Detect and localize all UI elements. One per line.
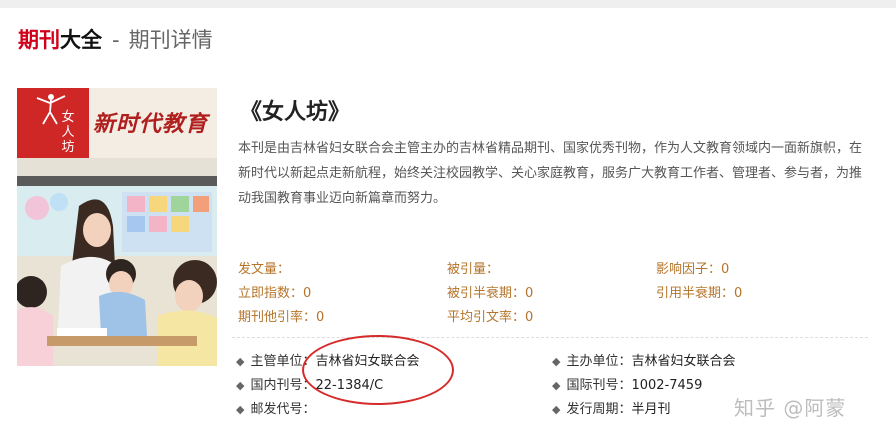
stat-impact-factor: 影响因子：0 <box>656 262 730 277</box>
watermark: 知乎 @阿蒙 <box>734 396 847 420</box>
stat-citations: 被引量： <box>447 262 500 277</box>
brand-logo[interactable]: 期刊大全 <box>18 28 102 52</box>
diamond-bullet-icon: ◆ <box>236 355 245 368</box>
cover-red-block: 女人坊 <box>17 88 89 158</box>
info-sponsor: ◆ 主办单位：吉林省妇女联合会 <box>552 350 736 369</box>
cover-strip <box>17 158 217 176</box>
stat-avg-citations: 平均引文率：0 <box>447 310 534 325</box>
info-postal-code: ◆ 邮发代号： <box>236 398 315 417</box>
info-cycle-value: 半月刊 <box>631 402 671 417</box>
diamond-bullet-icon: ◆ <box>552 403 561 416</box>
info-cycle-label: 发行周期： <box>566 402 632 417</box>
stat-immediacy-index: 立即指数：0 <box>238 286 312 301</box>
section-divider <box>232 337 868 338</box>
page-subtitle: 期刊详情 <box>128 28 213 52</box>
info-sponsor-label: 主办单位： <box>566 354 632 369</box>
stat-publications: 发文量： <box>238 262 291 277</box>
info-issn-value: 1002-7459 <box>631 378 703 393</box>
info-issn: ◆ 国际刊号：1002-7459 <box>552 374 702 393</box>
diamond-bullet-icon: ◆ <box>236 379 245 392</box>
diamond-bullet-icon: ◆ <box>552 379 561 392</box>
cover-classroom-photo <box>17 186 217 366</box>
top-bar <box>0 0 896 8</box>
info-cycle: ◆ 发行周期：半月刊 <box>552 398 671 417</box>
stat-cited-half-life: 被引半衰期：0 <box>447 286 534 301</box>
cover-strip-dark <box>17 176 217 186</box>
brand-part1: 期刊 <box>18 28 60 52</box>
header-separator: - <box>112 28 120 52</box>
info-postal-label: 邮发代号： <box>250 402 316 417</box>
page-header: 期刊大全 - 期刊详情 <box>18 24 213 52</box>
brand-part2: 大全 <box>60 28 102 52</box>
cover-side-label: 女人坊 <box>61 110 75 155</box>
journal-title: 《女人坊》 <box>240 100 351 125</box>
stat-citing-half-life: 引用半衰期：0 <box>656 286 743 301</box>
info-sponsor-value: 吉林省妇女联合会 <box>631 354 736 369</box>
diamond-bullet-icon: ◆ <box>236 403 245 416</box>
journal-description: 本刊是由吉林省妇女联合会主管主办的吉林省精品期刊、国家优秀刊物，作为人文教育领域… <box>238 141 863 206</box>
annotation-circle <box>302 335 454 405</box>
diamond-bullet-icon: ◆ <box>552 355 561 368</box>
journal-cover-image: 女人坊 新时代教育 <box>17 88 217 366</box>
cover-magazine-name: 新时代教育 <box>93 111 209 137</box>
info-issn-label: 国际刊号： <box>566 378 632 393</box>
stat-other-citation-rate: 期刊他引率：0 <box>238 310 325 325</box>
